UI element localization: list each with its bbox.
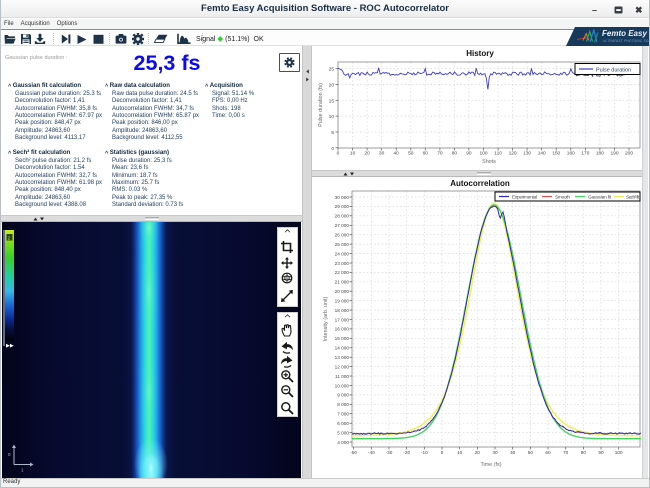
svg-text:Pulse duration (fs): Pulse duration (fs): [318, 83, 324, 127]
svg-text:Shots: Shots: [482, 159, 496, 165]
svg-text:60: 60: [545, 450, 551, 455]
svg-text:Sech² fit: Sech² fit: [626, 195, 640, 200]
svg-text:70: 70: [563, 450, 569, 455]
svg-text:Gaussian fit: Gaussian fit: [588, 195, 612, 200]
svg-text:10: 10: [329, 114, 335, 120]
svg-text:Smooth: Smooth: [555, 195, 570, 200]
svg-text:25 000: 25 000: [335, 242, 350, 247]
svg-text:2: 2: [8, 236, 11, 242]
svg-text:9 000: 9 000: [337, 393, 349, 398]
svg-text:100: 100: [479, 151, 487, 157]
svg-text:6 000: 6 000: [337, 421, 349, 426]
svg-text:80: 80: [581, 450, 587, 455]
svg-text:Pulse duration: Pulse duration: [596, 68, 631, 74]
svg-text:25: 25: [329, 67, 335, 73]
svg-text:10: 10: [457, 450, 463, 455]
svg-text:30: 30: [492, 450, 498, 455]
svg-text:18 000: 18 000: [335, 308, 350, 313]
svg-text:70: 70: [437, 151, 443, 157]
svg-text:11 000: 11 000: [335, 374, 349, 379]
svg-text:8 000: 8 000: [337, 402, 349, 407]
svg-text:140: 140: [538, 151, 546, 157]
svg-text:22 000: 22 000: [335, 270, 350, 275]
svg-text:20 000: 20 000: [335, 289, 350, 294]
svg-text:60: 60: [423, 151, 429, 157]
svg-text:90: 90: [466, 151, 472, 157]
svg-text:10 000: 10 000: [335, 383, 350, 388]
svg-text:14 000: 14 000: [335, 346, 350, 351]
svg-text:50: 50: [408, 151, 414, 157]
svg-text:28 000: 28 000: [335, 214, 350, 219]
svg-text:200: 200: [625, 151, 633, 157]
svg-text:80: 80: [452, 151, 458, 157]
svg-text:27 000: 27 000: [335, 223, 350, 228]
svg-text:7 000: 7 000: [337, 412, 349, 417]
svg-text:21 000: 21 000: [335, 280, 350, 285]
svg-text:17 000: 17 000: [335, 317, 350, 322]
svg-text:160: 160: [567, 151, 575, 157]
svg-text:130: 130: [523, 151, 531, 157]
svg-text:12 000: 12 000: [335, 364, 350, 369]
svg-text:Time (fs): Time (fs): [480, 462, 501, 468]
svg-text:Experimental: Experimental: [512, 195, 537, 200]
svg-text:30: 30: [379, 151, 385, 157]
svg-text:13 000: 13 000: [335, 355, 350, 360]
svg-text:90: 90: [598, 450, 604, 455]
svg-text:29 000: 29 000: [335, 204, 350, 209]
svg-text:15: 15: [329, 98, 335, 104]
svg-text:100: 100: [615, 450, 623, 455]
svg-text:-10: -10: [421, 450, 428, 455]
svg-text:5 000: 5 000: [337, 430, 349, 435]
svg-text:26 000: 26 000: [335, 233, 350, 238]
svg-text:0: 0: [337, 151, 340, 157]
svg-text:-40: -40: [368, 450, 375, 455]
svg-text:190: 190: [610, 151, 618, 157]
svg-text:180: 180: [596, 151, 604, 157]
svg-text:0: 0: [331, 146, 334, 152]
svg-text:20: 20: [329, 82, 335, 88]
svg-text:50: 50: [528, 450, 534, 455]
svg-text:10: 10: [350, 151, 356, 157]
svg-text:110: 110: [494, 151, 502, 157]
svg-text:▶▶: ▶▶: [6, 343, 14, 349]
svg-text:19 000: 19 000: [335, 299, 350, 304]
svg-text:20: 20: [475, 450, 481, 455]
svg-text:Intensity (arb. unit): Intensity (arb. unit): [323, 296, 329, 341]
svg-text:24 000: 24 000: [335, 251, 350, 256]
svg-text:15 000: 15 000: [335, 336, 350, 341]
svg-text:-30: -30: [386, 450, 393, 455]
svg-text:170: 170: [581, 151, 589, 157]
svg-text:0: 0: [441, 450, 444, 455]
svg-text:30 000: 30 000: [335, 195, 350, 200]
svg-text:4 000: 4 000: [337, 440, 349, 445]
svg-text:23 000: 23 000: [335, 261, 350, 266]
svg-text:-20: -20: [403, 450, 410, 455]
svg-text:120: 120: [509, 151, 517, 157]
svg-text:40: 40: [510, 450, 516, 455]
svg-text:16 000: 16 000: [335, 327, 350, 332]
svg-text:5: 5: [331, 130, 334, 136]
svg-text:40: 40: [394, 151, 400, 157]
svg-text:20: 20: [364, 151, 370, 157]
svg-text:-50: -50: [350, 450, 357, 455]
svg-text:150: 150: [552, 151, 560, 157]
